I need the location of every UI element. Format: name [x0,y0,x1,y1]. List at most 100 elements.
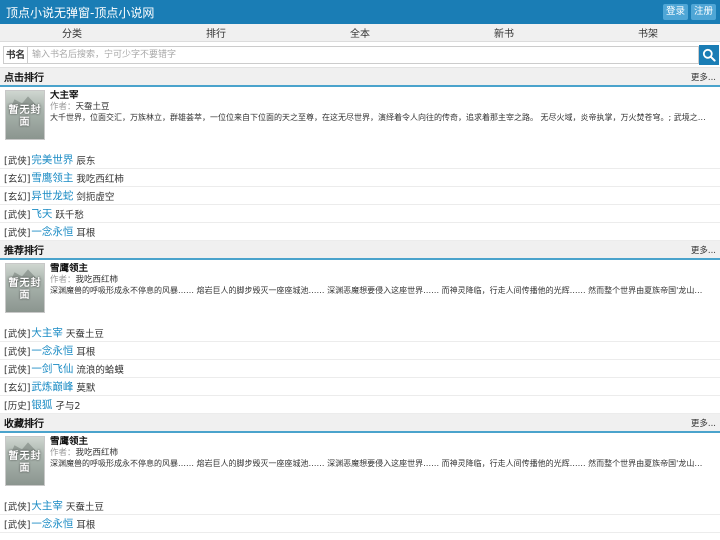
more-link[interactable]: 更多... [691,417,716,429]
featured-desc: 深渊魔兽的呼吸形成永不停息的风暴…… 熔岩巨人的脚步毁灭一座座城池…… 深渊恶魔… [50,286,710,295]
featured-title[interactable]: 雪鹰领主 [50,436,716,448]
login-button[interactable]: 登录 [662,4,688,20]
book-author: 天蚕土豆 [65,501,104,513]
search-input[interactable] [27,45,699,64]
book-link[interactable]: 一念永恒 [31,224,73,239]
nav-item-bookshelf[interactable]: 书架 [576,25,720,40]
list-item: [武侠] 一念永恒 耳根 [0,223,720,241]
list-item: [武侠] 大主宰 天蚕土豆 [0,324,720,342]
book-link[interactable]: 完美世界 [31,152,73,167]
book-author: 孑与2 [55,400,81,412]
section-title: 推荐排行 [4,246,44,257]
ranking-list: [武侠] 完美世界 辰东 [玄幻] 雪鹰领主 我吃西红柿 [玄幻] 异世龙蛇 剑扼虚空 [武… [0,151,720,241]
section-title: 收藏排行 [4,419,44,430]
section-header: 收藏排行 更多... [0,414,720,433]
ranking-list: [武侠] 大主宰 天蚕土豆 [武侠] 一念永恒 耳根 [武侠] 一剑飞仙 流浪的蛤蟆 [玄幻… [0,324,720,414]
book-author: 我吃西红柿 [76,173,124,185]
register-button[interactable]: 注册 [690,4,716,20]
author-label: 作者： [50,275,76,285]
site-title[interactable]: 顶点小说无弹窗-顶点小说网 [6,4,154,21]
featured-info: 雪鹰领主 作者：我吃西红柿 深渊魔兽的呼吸形成永不停息的风暴…… 熔岩巨人的脚步… [45,263,716,318]
section-click-ranking: 点击排行 更多... 暂无封面 大主宰 作者：天蚕土豆 大千世界，位面交汇，万族… [0,68,720,241]
cover-placeholder-text: 暂无封面 [8,451,42,474]
genre-tag: [武侠] [4,501,31,513]
section-recommend-ranking: 推荐排行 更多... 暂无封面 雪鹰领主 作者：我吃西红柿 深渊魔兽的呼吸形成永… [0,241,720,414]
genre-tag: [武侠] [4,364,31,376]
genre-tag: [玄幻] [4,173,31,185]
site-header: 顶点小说无弹窗-顶点小说网 登录 注册 [0,0,720,24]
author-name: 天蚕土豆 [75,102,110,112]
book-link[interactable]: 武炼巅峰 [31,379,73,394]
list-item: [武侠] 一剑飞仙 流浪的蛤蟆 [0,360,720,378]
book-link[interactable]: 飞天 [31,206,52,221]
featured-book[interactable]: 暂无封面 雪鹰领主 作者：我吃西红柿 深渊魔兽的呼吸形成永不停息的风暴…… 熔岩… [0,433,720,491]
book-link[interactable]: 大主宰 [31,325,63,340]
featured-author: 作者：我吃西红柿 [50,448,716,458]
featured-info: 大主宰 作者：天蚕土豆 大千世界，位面交汇，万族林立，群雄荟萃，一位位来自下位面… [45,90,716,145]
section-header: 推荐排行 更多... [0,241,720,260]
search-bar: 书名 [0,42,720,68]
book-link[interactable]: 一念永恒 [31,516,73,531]
book-cover[interactable]: 暂无封面 [5,436,45,486]
list-item: [玄幻] 雪鹰领主 我吃西红柿 [0,169,720,187]
list-item: [历史] 银狐 孑与2 [0,396,720,414]
section-favorite-ranking: 收藏排行 更多... 暂无封面 雪鹰领主 作者：我吃西红柿 深渊魔兽的呼吸形成永… [0,414,720,533]
author-name: 我吃西红柿 [75,448,119,458]
auth-buttons: 登录 注册 [662,4,716,20]
search-type-label[interactable]: 书名 [3,45,27,64]
genre-tag: [武侠] [4,519,31,531]
featured-desc: 深渊魔兽的呼吸形成永不停息的风暴…… 熔岩巨人的脚步毁灭一座座城池…… 深渊恶魔… [50,459,710,468]
book-author: 剑扼虚空 [76,191,115,203]
list-item: [武侠] 一念永恒 耳根 [0,515,720,533]
featured-info: 雪鹰领主 作者：我吃西红柿 深渊魔兽的呼吸形成永不停息的风暴…… 熔岩巨人的脚步… [45,436,716,491]
search-button[interactable] [699,44,719,65]
featured-book[interactable]: 暂无封面 大主宰 作者：天蚕土豆 大千世界，位面交汇，万族林立，群雄荟萃，一位位… [0,87,720,145]
book-author: 耳根 [76,519,96,531]
list-item: [玄幻] 异世龙蛇 剑扼虚空 [0,187,720,205]
genre-tag: [玄幻] [4,382,31,394]
cover-placeholder-text: 暂无封面 [8,105,42,128]
book-link[interactable]: 银狐 [31,397,52,412]
more-link[interactable]: 更多... [691,71,716,83]
book-author: 辰东 [76,155,96,167]
book-link[interactable]: 大主宰 [31,498,63,513]
featured-author: 作者：我吃西红柿 [50,275,716,285]
more-link[interactable]: 更多... [691,244,716,256]
nav-item-complete[interactable]: 全本 [288,25,432,40]
search-icon [702,48,716,62]
featured-title[interactable]: 大主宰 [50,90,716,102]
genre-tag: [武侠] [4,155,31,167]
book-author: 莫默 [76,382,96,394]
book-link[interactable]: 雪鹰领主 [31,170,73,185]
nav-item-ranking[interactable]: 排行 [144,25,288,40]
section-header: 点击排行 更多... [0,68,720,87]
genre-tag: [武侠] [4,346,31,358]
nav-item-category[interactable]: 分类 [0,25,144,40]
list-item: [武侠] 大主宰 天蚕土豆 [0,497,720,515]
book-author: 跃千愁 [55,209,84,221]
featured-book[interactable]: 暂无封面 雪鹰领主 作者：我吃西红柿 深渊魔兽的呼吸形成永不停息的风暴…… 熔岩… [0,260,720,318]
author-label: 作者： [50,448,76,458]
genre-tag: [武侠] [4,209,31,221]
book-cover[interactable]: 暂无封面 [5,90,45,140]
list-item: [武侠] 完美世界 辰东 [0,151,720,169]
author-label: 作者： [50,102,76,112]
book-link[interactable]: 一念永恒 [31,343,73,358]
cover-placeholder-text: 暂无封面 [8,278,42,301]
list-item: [武侠] 飞天 跃千愁 [0,205,720,223]
section-title: 点击排行 [4,73,44,84]
featured-desc: 大千世界，位面交汇，万族林立，群雄荟萃，一位位来自下位面的天之至尊，在这无尽世界… [50,113,710,122]
nav-item-new[interactable]: 新书 [432,25,576,40]
author-name: 我吃西红柿 [75,275,119,285]
list-item: [武侠] 一念永恒 耳根 [0,342,720,360]
featured-author: 作者：天蚕土豆 [50,102,716,112]
genre-tag: [武侠] [4,328,31,340]
book-cover[interactable]: 暂无封面 [5,263,45,313]
book-link[interactable]: 异世龙蛇 [31,188,73,203]
book-author: 耳根 [76,227,96,239]
ranking-list: [武侠] 大主宰 天蚕土豆 [武侠] 一念永恒 耳根 [0,497,720,533]
main-nav: 分类 排行 全本 新书 书架 [0,24,720,42]
genre-tag: [武侠] [4,227,31,239]
book-link[interactable]: 一剑飞仙 [31,361,73,376]
featured-title[interactable]: 雪鹰领主 [50,263,716,275]
